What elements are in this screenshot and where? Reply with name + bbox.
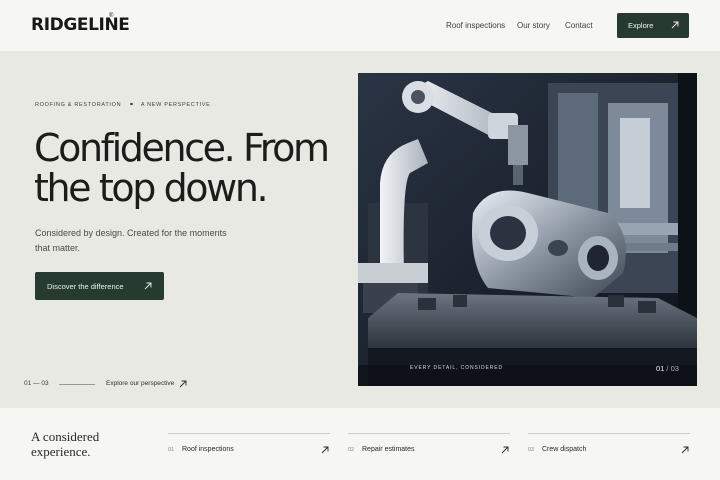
feature-item-roof-inspections[interactable]: 01 Roof inspections <box>168 433 330 459</box>
hero-subtext: Considered by design. Created for the mo… <box>35 228 227 253</box>
feature-label: Crew dispatch <box>542 446 587 453</box>
explore-button[interactable]: Explore <box>617 13 689 38</box>
hero-kicker: ROOFING & RESTORATION A NEW PERSPECTIVE <box>35 102 210 108</box>
slide-counter: 01 — 03 <box>24 380 49 387</box>
image-caption: EVERY DETAIL, CONSIDERED <box>410 365 504 371</box>
hero-headline: Confidence. From the top down. <box>34 128 334 208</box>
arrow-up-right-icon <box>321 446 329 454</box>
arrow-up-right-icon[interactable] <box>179 380 187 388</box>
nav-our-story[interactable]: Our story <box>517 21 550 30</box>
arrow-up-right-icon <box>671 21 679 29</box>
industrial-robot-illustration <box>358 73 697 386</box>
hero-image <box>358 73 697 386</box>
kicker-tagline: A NEW PERSPECTIVE <box>140 102 211 108</box>
kicker-category: ROOFING & RESTORATION <box>35 102 122 108</box>
feature-item-repair-estimates[interactable]: 02 Repair estimates <box>348 433 510 459</box>
discover-button[interactable]: Discover the difference <box>35 272 164 300</box>
logo[interactable]: RIDGELINE <box>31 15 130 35</box>
experience-tagline: A considered experience. <box>31 429 100 459</box>
explore-perspective-link[interactable]: Explore our perspective <box>106 380 174 387</box>
arrow-up-right-icon <box>681 446 689 454</box>
nav-contact[interactable]: Contact <box>565 21 593 30</box>
arrow-up-right-icon <box>144 282 152 290</box>
site-header: RIDGELINE ® Roof inspections Our story C… <box>0 0 720 51</box>
feature-number: 02 <box>348 447 355 453</box>
feature-label: Roof inspections <box>182 446 234 453</box>
arrow-up-right-icon <box>501 446 509 454</box>
feature-number: 03 <box>528 447 535 453</box>
slide-indicator: 01 / 03 <box>656 364 679 373</box>
discover-button-label: Discover the difference <box>47 281 124 291</box>
feature-number: 01 <box>168 447 175 453</box>
nav-roof-inspections[interactable]: Roof inspections <box>446 21 505 30</box>
kicker-separator-dot <box>130 102 133 106</box>
registered-mark: ® <box>109 13 114 19</box>
counter-divider <box>59 384 95 385</box>
slide-total: 03 <box>670 364 679 373</box>
headline-line-1: Confidence. From <box>34 126 330 170</box>
feature-item-crew-dispatch[interactable]: 03 Crew dispatch <box>528 433 690 459</box>
headline-line-2: the top down. <box>34 166 269 210</box>
explore-button-label: Explore <box>628 21 654 30</box>
feature-label: Repair estimates <box>362 446 415 453</box>
